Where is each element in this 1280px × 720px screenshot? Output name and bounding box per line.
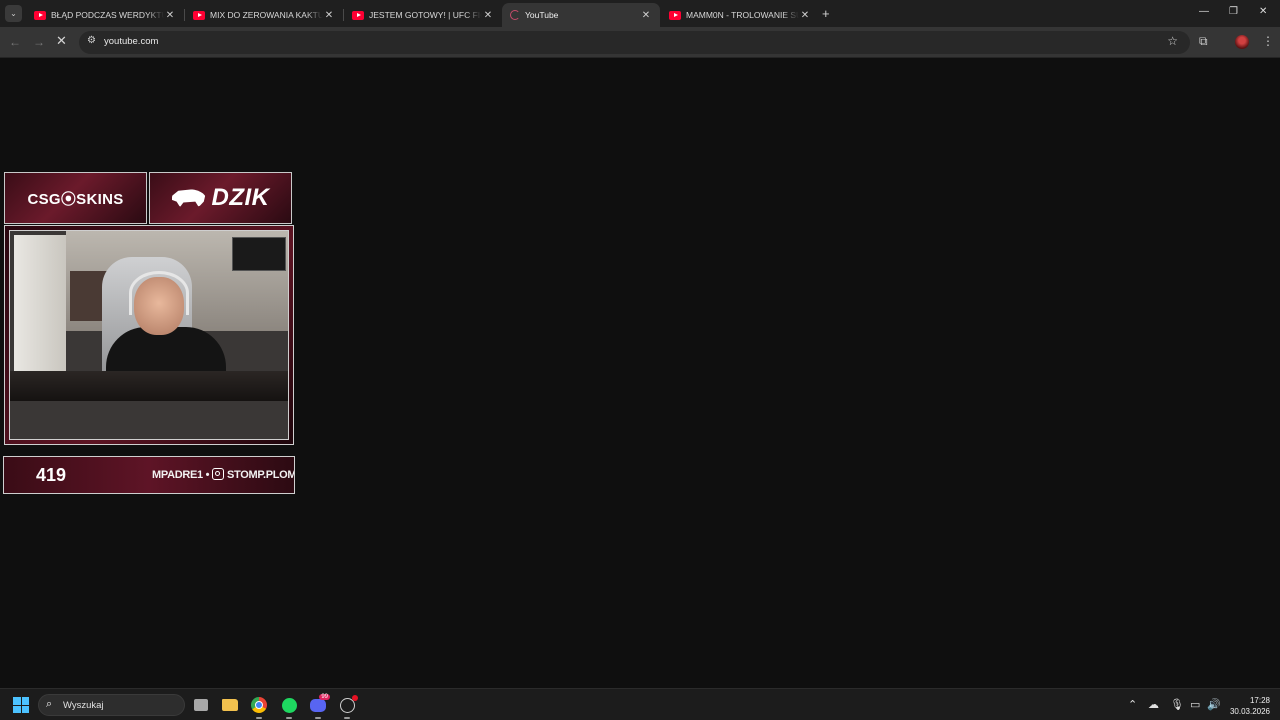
clock-date: 30.03.2026 [1229, 707, 1270, 716]
tab-2[interactable]: MIX DO ZEROWANIA KAKTUSÓW ✕ [185, 3, 343, 27]
spotify-icon[interactable] [279, 695, 299, 719]
browser-toolbar: ← → ✕ ⚙ youtube.com ☆ ⧉ ⋮ [0, 27, 1280, 58]
extensions-icon[interactable]: ⧉ [1199, 34, 1208, 49]
chrome-icon[interactable] [249, 695, 269, 719]
stream-info-bar: 419 MPADRE1 • STOMP.PLOMI [3, 456, 295, 494]
desk [10, 371, 288, 401]
volume-icon[interactable]: 🔊 [1207, 698, 1221, 711]
webcam-frame [4, 225, 294, 445]
back-icon[interactable]: ← [9, 35, 21, 49]
tab-search-button[interactable]: ⌄ [5, 5, 22, 22]
room-window [14, 235, 66, 383]
window-close-icon[interactable]: ✕ [1259, 6, 1267, 17]
task-view-icon[interactable] [191, 695, 211, 715]
viewer-counter: 419 [36, 465, 67, 485]
sponsor-dzik-label: DZIK [211, 184, 270, 211]
tab-strip: ⌄ BŁĄD PODCZAS WERDYKTU! SŁ ✕ MIX DO ZER… [0, 0, 1280, 27]
youtube-icon [352, 10, 364, 20]
close-icon[interactable]: ✕ [482, 10, 494, 21]
sponsor-csgoskins: CSG⦿SKINS [4, 172, 147, 224]
youtube-icon [193, 10, 205, 20]
close-icon[interactable]: ✕ [799, 10, 811, 21]
app-icon[interactable] [337, 694, 358, 719]
discord-badge: 99 [319, 693, 330, 700]
restore-icon[interactable]: ❐ [1229, 6, 1238, 17]
ticker-left: MPADRE1 [152, 469, 203, 481]
onedrive-icon[interactable]: ☁ [1148, 698, 1159, 711]
new-tab-button[interactable]: + [822, 6, 830, 21]
search-icon: ⌕ [46, 698, 53, 710]
close-icon[interactable]: ✕ [640, 10, 652, 21]
minimize-icon[interactable]: — [1199, 6, 1209, 17]
tab-title: YouTube [525, 10, 559, 20]
windows-taskbar: ⌕ Wyszukaj 99 ⌃ ☁ 🎙 ▭ 🔊 17:28 30.03.2026 [0, 688, 1280, 720]
headset [129, 271, 189, 315]
tab-title: BŁĄD PODCZAS WERDYKTU! SŁ [51, 10, 164, 20]
discord-icon[interactable]: 99 [308, 693, 330, 719]
tab-youtube-active[interactable]: YouTube ✕ [502, 3, 660, 27]
system-clock[interactable]: 17:28 30.03.2026 [1226, 695, 1270, 717]
tray-chevron-icon[interactable]: ⌃ [1128, 698, 1137, 711]
webcam-video [9, 230, 289, 440]
page-viewport: CSG⦿SKINS DZIK 419 MPADRE1 • STOMP.PLOMI [0, 58, 1280, 688]
room-screen [232, 237, 286, 271]
sponsor-dzik: DZIK [149, 172, 292, 224]
tab-5[interactable]: MAMM0N - TROLOWANIE SUP ✕ [661, 3, 819, 27]
youtube-icon [669, 10, 681, 20]
tab-1[interactable]: BŁĄD PODCZAS WERDYKTU! SŁ ✕ [26, 3, 184, 27]
network-icon[interactable]: ▭ [1190, 698, 1200, 711]
stop-loading-icon[interactable]: ✕ [56, 33, 67, 49]
instagram-icon [211, 468, 224, 480]
stream-sponsor-banner: CSG⦿SKINS DZIK [4, 172, 292, 224]
boar-logo-icon [171, 189, 206, 207]
ticker-right: STOMP.PLOMI [226, 469, 295, 481]
clock-time: 17:28 [1249, 696, 1270, 705]
youtube-icon [34, 10, 46, 20]
address-bar[interactable]: ⚙ youtube.com ☆ [79, 31, 1190, 54]
site-settings-icon[interactable]: ⚙ [87, 35, 96, 46]
tab-title: MIX DO ZEROWANIA KAKTUSÓW [210, 10, 323, 20]
bookmark-star-icon[interactable]: ☆ [1167, 34, 1178, 48]
close-icon[interactable]: ✕ [323, 10, 335, 21]
profile-avatar[interactable] [1235, 35, 1249, 49]
forward-icon[interactable]: → [33, 35, 45, 49]
url-text[interactable]: youtube.com [104, 36, 158, 47]
file-explorer-icon[interactable] [220, 695, 240, 715]
tab-title: JESTEM GOTOWY! | UFC FIGHT [369, 10, 482, 20]
windows-start-icon[interactable] [13, 697, 29, 713]
taskbar-search[interactable]: ⌕ Wyszukaj [38, 694, 185, 716]
menu-kebab-icon[interactable]: ⋮ [1262, 34, 1274, 48]
close-icon[interactable]: ✕ [164, 10, 176, 21]
tab-title: MAMM0N - TROLOWANIE SUP [686, 10, 799, 20]
social-ticker: MPADRE1 • STOMP.PLOMI [152, 468, 295, 481]
ticker-separator: • [205, 469, 210, 481]
tab-3[interactable]: JESTEM GOTOWY! | UFC FIGHT ✕ [344, 3, 502, 27]
search-placeholder: Wyszukaj [63, 700, 104, 711]
microphone-icon[interactable]: 🎙 [1170, 698, 1184, 711]
loading-spinner-icon [510, 10, 520, 20]
